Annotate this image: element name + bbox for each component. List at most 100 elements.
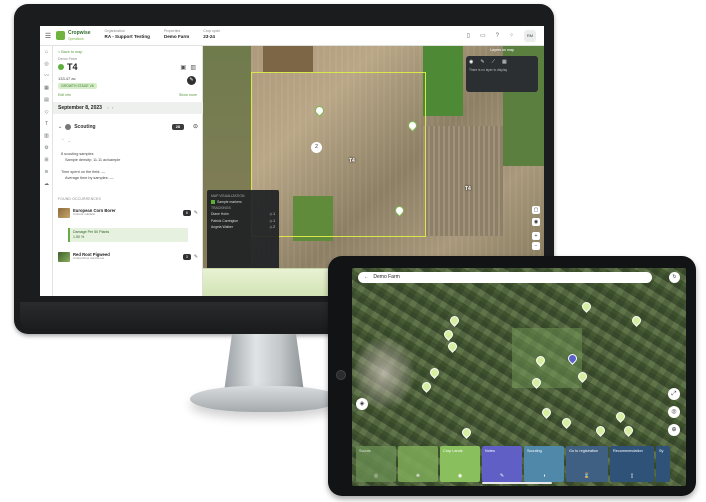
season-selector[interactable]: Crop cycle 23-24 [203, 29, 220, 40]
organization-value: RA - Support Testing [104, 34, 150, 40]
field-map-icon[interactable]: ▥ [190, 64, 196, 71]
analytics-icon[interactable]: 〰 [40, 70, 53, 82]
layer-satellite-icon[interactable]: ▦ [502, 59, 507, 65]
map-marker-pin[interactable] [580, 300, 593, 313]
map-fullscreen-icon[interactable]: ▢ [532, 206, 540, 214]
farm-search-bar[interactable]: ← Demo Farm [358, 272, 652, 283]
occurrence-count: 8 [182, 209, 191, 216]
collapse-icons[interactable]: ⌃ ⌄ [61, 138, 71, 143]
date-next-icon[interactable]: › [112, 105, 113, 110]
organization-selector[interactable]: Organization RA - Support Testing [104, 29, 150, 40]
chat-icon[interactable]: ▭ [480, 32, 486, 39]
property-selector[interactable]: Properties Demo Farm [163, 29, 190, 40]
scouting-label: Scouting [74, 124, 96, 130]
layers-title: Layers on map [490, 48, 514, 52]
zoom-out-icon[interactable]: − [532, 242, 540, 250]
layers-toggle-icon[interactable]: ◈ [356, 398, 368, 410]
field-gallery-icon[interactable]: ▣ [180, 64, 186, 71]
time-spent-line: Time spent on the field: — [61, 170, 106, 174]
edit-info-link[interactable]: Edit info [58, 93, 71, 97]
property-value: Demo Farm [163, 34, 190, 40]
map-marker-pin[interactable] [630, 314, 643, 327]
field-label-neighbor: T4 [465, 186, 471, 192]
expand-chevron-icon[interactable]: ⌄ [58, 124, 62, 130]
map-marker-pin[interactable] [446, 340, 459, 353]
tracking-item[interactable]: Angela Walker ◇ 2 [211, 224, 275, 230]
map-marker-pin[interactable] [448, 314, 461, 327]
tablet-map-screen[interactable]: ← Demo Farm ↻ ◈ ⤢ ◎ ⊕ Scouts ◎ ❀ Crop La… [352, 268, 686, 486]
field-label-t4: T4 [349, 158, 355, 164]
action-card-recommendation[interactable]: Recommendation ▯ [610, 446, 654, 482]
farm-name: Demo Farm [58, 57, 77, 61]
edit-occurrence-icon[interactable]: ✎ [194, 254, 198, 260]
scouting-row[interactable]: ⌄ Scouting 28 ⊙ [58, 122, 198, 132]
map-marker-pin[interactable] [594, 424, 607, 437]
calendar-icon[interactable]: ▦ [40, 82, 53, 94]
occurrence-thumbnail [58, 251, 70, 262]
action-card-blank[interactable]: ❀ [398, 446, 438, 482]
apps-grid-icon[interactable]: ⁘ [509, 32, 514, 39]
scouting-more-icon[interactable]: ⊙ [193, 123, 198, 130]
action-card-notes[interactable]: Notes ✎ [482, 446, 522, 482]
occurrence-scientific-name: Amaranthus retroflexus [73, 256, 105, 261]
samples-count-line: 8 scouting samples [61, 152, 94, 156]
zoom-in-icon[interactable]: + [532, 232, 540, 240]
weather-icon[interactable]: ☁ [40, 178, 53, 190]
fields-icon[interactable]: ▤ [40, 94, 53, 106]
add-marker-icon[interactable]: ⊕ [668, 424, 680, 436]
show-more-link[interactable]: Show more [179, 93, 197, 97]
brand-logo[interactable]: Cropwise Operations [56, 30, 91, 42]
edit-occurrence-icon[interactable]: ✎ [194, 210, 198, 216]
action-card-scouts[interactable]: Scouts ◎ [356, 446, 396, 482]
crop-icon[interactable]: ◇ [40, 106, 53, 118]
layer-ruler-icon[interactable]: ⟋ [491, 59, 495, 65]
action-card-strip: Scouts ◎ ❀ Crop Lands ◉ Notes ✎ Scouting [352, 446, 686, 482]
map-locate-icon[interactable]: ◉ [532, 218, 540, 226]
map-marker-pin[interactable] [540, 406, 553, 419]
action-card-scouting[interactable]: Scouting ◑ [524, 446, 564, 482]
action-card-crop-lands[interactable]: Crop Lands ◉ [440, 446, 480, 482]
reports-icon[interactable]: ▥ [40, 130, 53, 142]
user-avatar[interactable]: RM [524, 29, 536, 42]
locate-me-icon[interactable]: ◎ [668, 406, 680, 418]
tracking-toggle-icon[interactable]: ◇ 2 [270, 224, 275, 230]
occurrence-row[interactable]: European Corn Borer Ostrinia nubilalis 8… [58, 206, 198, 219]
layers-icon[interactable]: ≋ [40, 166, 53, 178]
action-card-more[interactable]: Sy [656, 446, 670, 482]
integrations-icon[interactable]: ⊞ [40, 154, 53, 166]
map-marker-pin[interactable] [428, 366, 441, 379]
layer-draw-icon[interactable]: ✎ [480, 59, 484, 65]
map-marker-pin[interactable] [442, 328, 455, 341]
damage-label: Damage Per 50 Plants [73, 230, 110, 234]
map-marker-pin[interactable] [460, 426, 473, 439]
map-icon[interactable]: ◎ [40, 58, 53, 70]
help-icon[interactable]: ? [496, 33, 499, 39]
map-striped-field [423, 126, 503, 236]
back-to-map-link[interactable]: < Back to map [58, 50, 82, 54]
occurrences-caption: FOUND OCCURRENCES [58, 197, 101, 201]
map-marker-pin[interactable] [560, 416, 573, 429]
back-arrow-icon[interactable]: ← [364, 274, 369, 280]
document-icon: ▯ [630, 473, 634, 479]
average-time-line: Average time by samples: — [65, 176, 114, 180]
occurrence-row[interactable]: Red Root Pigweed Amaranthus retroflexus … [58, 250, 198, 263]
map-marker-pin[interactable] [614, 410, 627, 423]
text-icon[interactable]: T [40, 118, 53, 130]
cluster-marker[interactable]: 2 [311, 142, 322, 153]
refresh-icon[interactable]: ↻ [669, 272, 680, 283]
layer-type-icon[interactable]: ◉ [469, 59, 473, 65]
scouts-icon: ◎ [373, 473, 379, 479]
map-marker-pin[interactable] [622, 424, 635, 437]
action-card-registration[interactable]: Go to registration ⌛ [566, 446, 608, 482]
date-prev-icon[interactable]: ‹ [107, 105, 108, 110]
notification-icon[interactable]: ▯ [467, 32, 470, 39]
home-icon[interactable]: ⌂ [40, 46, 53, 58]
settings-icon[interactable]: ⚙ [40, 142, 53, 154]
field-options-icon[interactable]: ✎ [187, 76, 196, 85]
map-marker-pin[interactable] [420, 380, 433, 393]
hamburger-menu-icon[interactable]: ☰ [40, 32, 56, 40]
growth-stage-badge: GROWTH STAGE V6 [58, 83, 97, 89]
checkbox-icon[interactable] [211, 200, 215, 205]
expand-map-icon[interactable]: ⤢ [668, 388, 680, 400]
map-green-field [423, 46, 463, 116]
